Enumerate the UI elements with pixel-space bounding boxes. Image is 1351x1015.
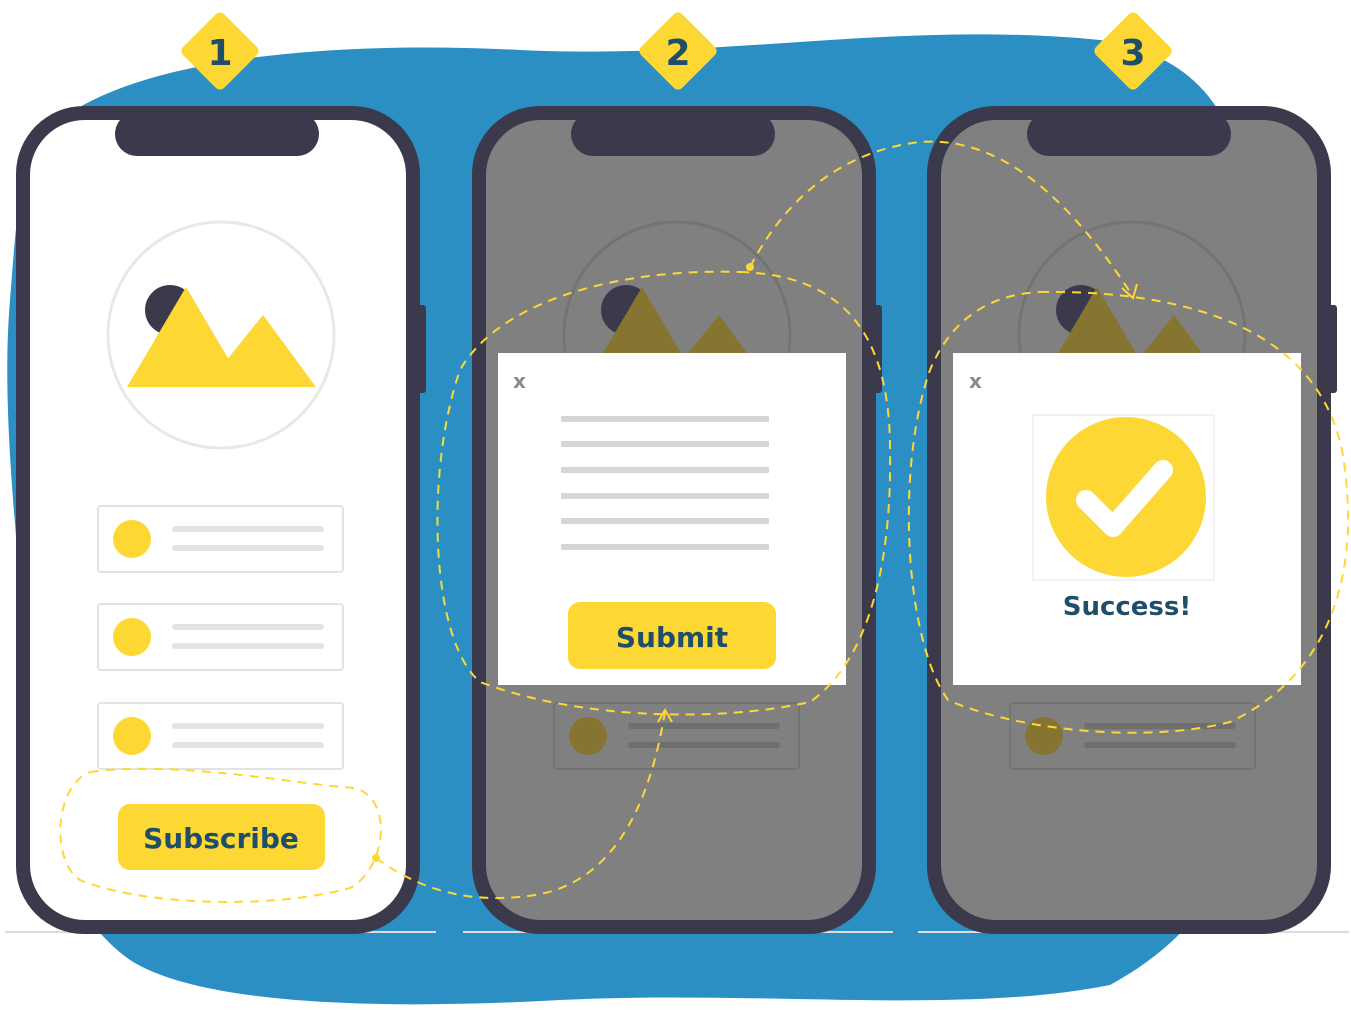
image-placeholder-circle bbox=[106, 220, 336, 450]
step-number: 2 bbox=[665, 33, 690, 74]
submit-button[interactable]: Submit bbox=[568, 602, 776, 669]
subscribe-button-label: Subscribe bbox=[143, 822, 299, 855]
success-modal: x Success! bbox=[953, 353, 1301, 685]
phone-step-2: x Submit bbox=[472, 106, 882, 934]
list-item[interactable] bbox=[97, 702, 344, 770]
onboarding-flow-illustration: Subscribe x Submit x Success! 1 2 3 bbox=[5, 12, 1349, 1005]
submit-button-label: Submit bbox=[616, 621, 728, 654]
form-modal: x Submit bbox=[498, 353, 846, 685]
checkmark-circle-icon bbox=[1046, 417, 1206, 577]
list-item[interactable] bbox=[97, 603, 344, 671]
close-icon[interactable]: x bbox=[513, 369, 526, 393]
step-number: 1 bbox=[207, 33, 232, 74]
success-message: Success! bbox=[1063, 592, 1192, 622]
list-item-bullet-icon bbox=[113, 520, 151, 558]
phone-step-1: Subscribe bbox=[16, 106, 426, 934]
subscribe-button[interactable]: Subscribe bbox=[118, 804, 325, 870]
list-item-bullet-icon bbox=[113, 717, 151, 755]
list-item-bullet-icon bbox=[113, 618, 151, 656]
phone-notch bbox=[1027, 112, 1231, 156]
close-icon[interactable]: x bbox=[969, 369, 982, 393]
phone-step-3: x Success! bbox=[927, 106, 1337, 934]
list-item[interactable] bbox=[97, 505, 344, 573]
step-number: 3 bbox=[1120, 33, 1145, 74]
phone-notch bbox=[115, 112, 319, 156]
phone-notch bbox=[571, 112, 775, 156]
